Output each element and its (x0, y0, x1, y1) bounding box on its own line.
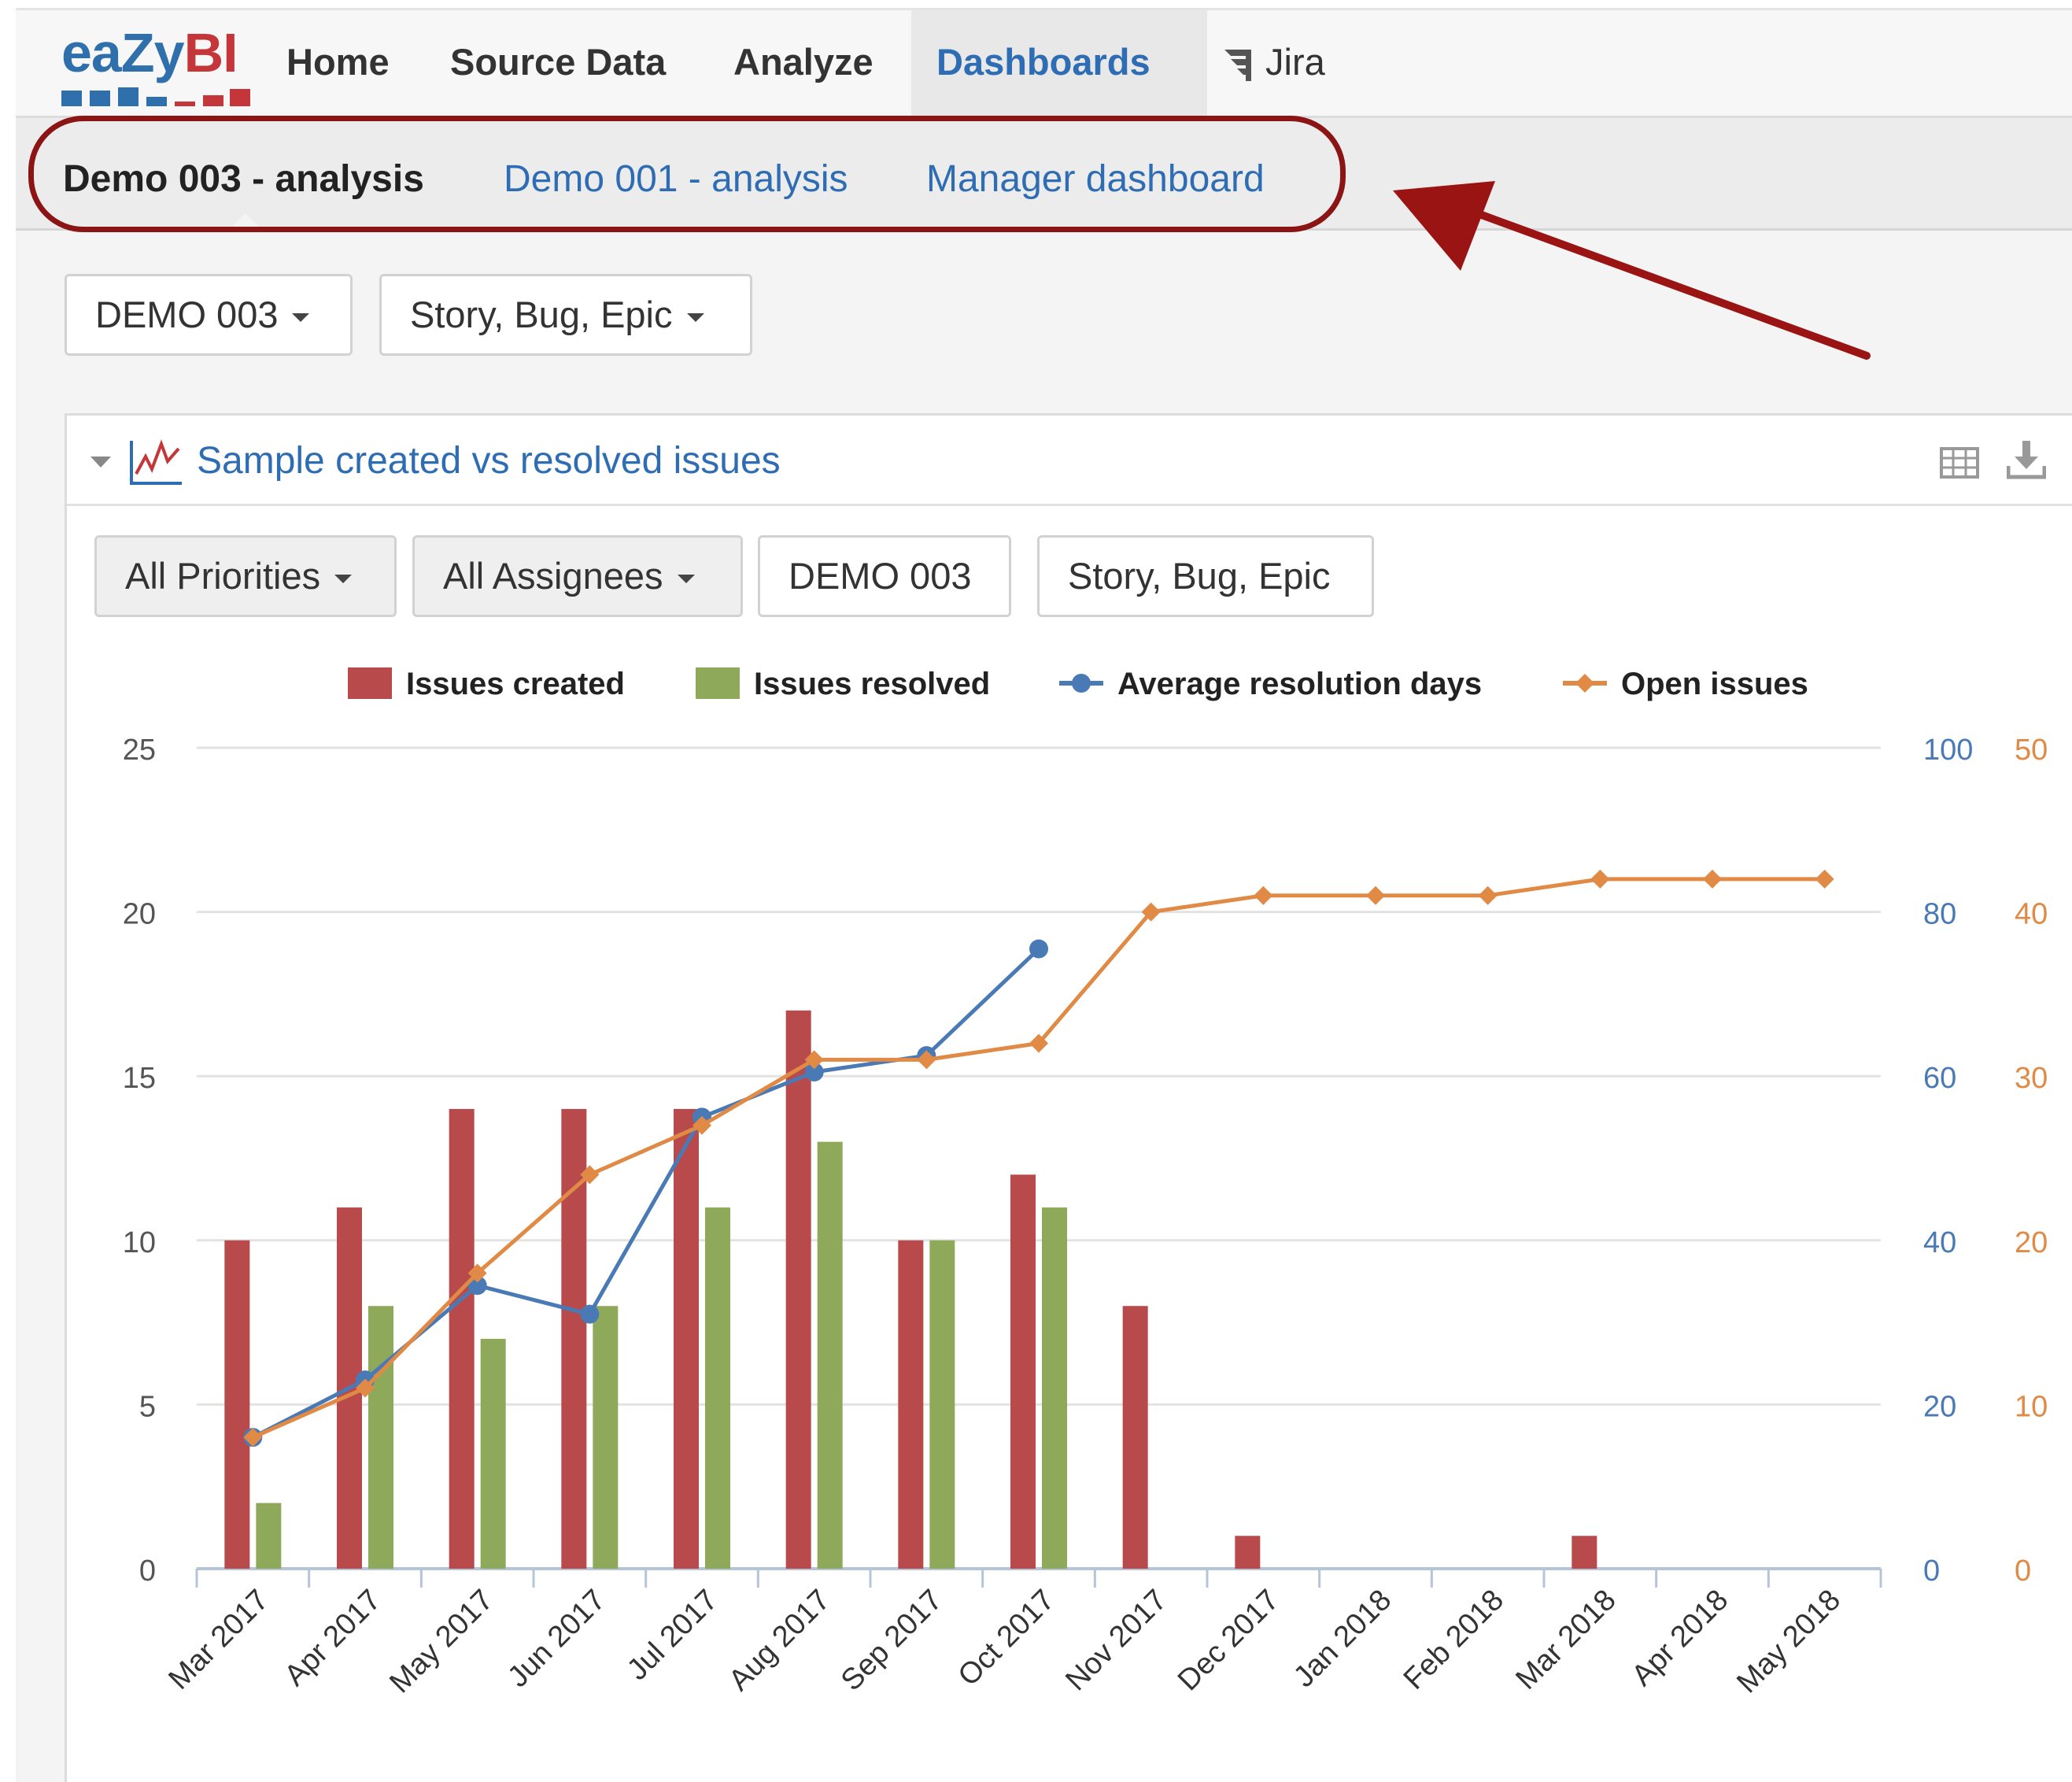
report-issue-type-filter[interactable]: Story, Bug, Epic (1037, 535, 1374, 617)
page: eaZyBI Home Source Data Analyze Dashboar… (0, 0, 2072, 1782)
priority-filter-dropdown[interactable]: All Priorities (94, 535, 397, 617)
chevron-down-icon (334, 575, 353, 584)
project-filter-dropdown[interactable]: DEMO 003 (65, 274, 353, 356)
download-icon[interactable] (2007, 439, 2046, 480)
chevron-down-icon (677, 575, 695, 584)
report-project-filter[interactable]: DEMO 003 (758, 535, 1011, 617)
assignee-filter-dropdown[interactable]: All Assignees (412, 535, 743, 617)
issue-type-filter-dropdown[interactable]: Story, Bug, Epic (379, 274, 752, 356)
active-tab-caret (228, 213, 263, 231)
tab-manager-dashboard[interactable]: Manager dashboard (926, 157, 1265, 201)
red-arrow-annotation (1393, 181, 1871, 360)
report-title[interactable]: Sample created vs resolved issues (197, 439, 781, 482)
logo-wordmark: eaZyBI (61, 22, 238, 83)
nav-source-data[interactable]: Source Data (450, 40, 666, 83)
tab-demo-003-analysis[interactable]: Demo 003 - analysis (63, 157, 424, 201)
nav-home[interactable]: Home (286, 40, 390, 83)
report-card: Sample created vs resolved issues (65, 413, 2072, 1782)
collapse-icon[interactable] (90, 457, 111, 468)
jira-icon[interactable] (1220, 45, 1258, 83)
report-card-header: Sample created vs resolved issues (67, 416, 2072, 506)
top-navigation: eaZyBI Home Source Data Analyze Dashboar… (16, 8, 2072, 118)
nav-jira[interactable]: Jira (1265, 40, 1325, 83)
eazybi-logo[interactable]: eaZyBI (61, 22, 250, 109)
line-chart-icon (130, 439, 182, 485)
table-icon[interactable] (1940, 447, 1979, 479)
nav-analyze[interactable]: Analyze (733, 40, 873, 83)
logo-bars (61, 87, 250, 106)
nav-dashboards[interactable]: Dashboards (936, 40, 1150, 83)
chevron-down-icon (686, 313, 704, 323)
tab-demo-001-analysis[interactable]: Demo 001 - analysis (504, 157, 848, 201)
chevron-down-icon (292, 313, 310, 323)
